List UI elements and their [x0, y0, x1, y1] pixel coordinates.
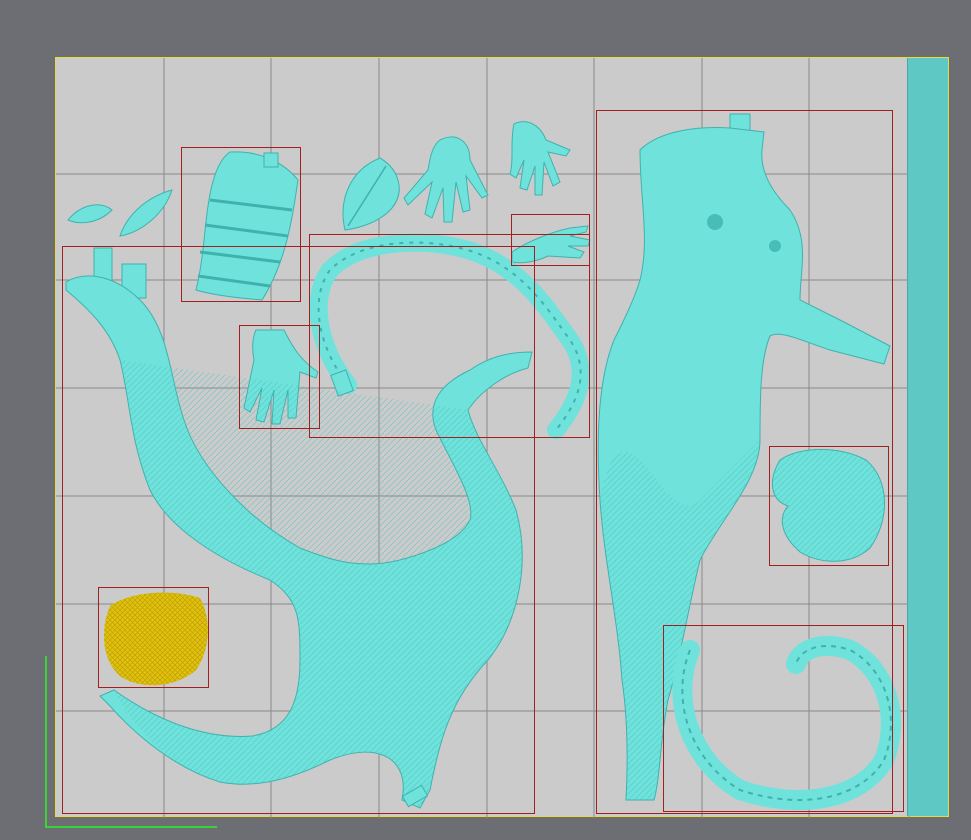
leaf-small-1[interactable] — [67, 204, 113, 224]
3d-viewport[interactable] — [0, 0, 971, 840]
hand-open-1[interactable] — [403, 136, 489, 223]
x-axis-line — [45, 826, 217, 828]
hand-open-2[interactable] — [509, 121, 571, 196]
hair-piece-left[interactable] — [104, 592, 208, 686]
legs-pose[interactable] — [65, 247, 533, 809]
leaf-medium[interactable] — [342, 157, 400, 231]
hand-reaching[interactable] — [511, 225, 591, 264]
model-parts — [62, 110, 904, 814]
leaf-large-ornate[interactable] — [195, 151, 299, 301]
y-axis-line — [45, 656, 47, 828]
hair-piece-right[interactable] — [772, 449, 886, 562]
vine-curl[interactable] — [672, 636, 901, 810]
leaf-small-2[interactable] — [119, 189, 173, 237]
